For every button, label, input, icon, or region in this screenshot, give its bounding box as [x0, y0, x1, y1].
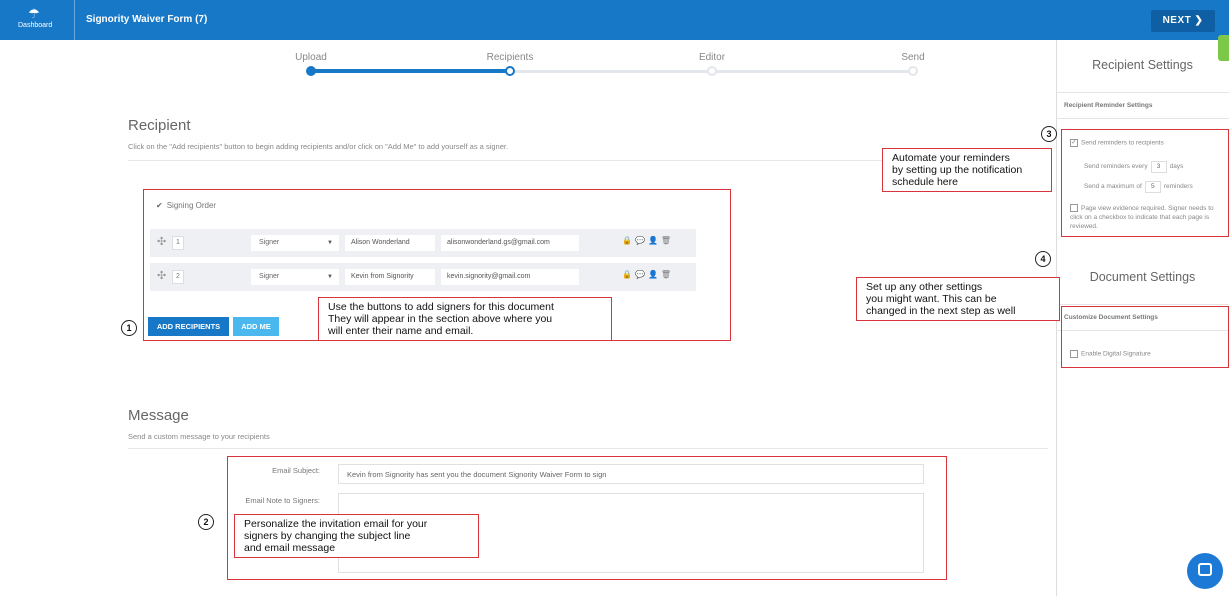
dashboard-link[interactable]: ☂ Dashboard — [18, 6, 53, 29]
callout-line: Use the buttons to add signers for this … — [328, 301, 554, 313]
callout-line: by setting up the notification — [892, 164, 1023, 176]
callout-reminders: Automate your reminders by setting up th… — [882, 148, 1052, 192]
step-upload-label[interactable]: Upload — [295, 52, 327, 63]
step-recipients-label[interactable]: Recipients — [487, 52, 534, 63]
annotation-reminder-box — [1061, 129, 1229, 237]
callout-line: Set up any other settings — [866, 281, 983, 293]
document-title: Signority Waiver Form (7) — [86, 14, 208, 25]
callout-line: schedule here — [892, 176, 958, 188]
callout-line: changed in the next step as well — [866, 305, 1016, 317]
badge-1: 1 — [121, 320, 137, 336]
callout-other-settings: Set up any other settings you might want… — [856, 277, 1060, 321]
message-description: Send a custom message to your recipients — [128, 432, 270, 441]
recipient-description: Click on the "Add recipients" button to … — [128, 142, 509, 151]
panel-divider — [1056, 118, 1229, 119]
message-divider — [128, 448, 1048, 449]
callout-line: will enter their name and email. — [328, 325, 474, 337]
annotation-document-box — [1061, 306, 1229, 368]
progress-fill — [311, 69, 510, 73]
callout-line: Automate your reminders — [892, 152, 1010, 164]
callout-line: Personalize the invitation email for you… — [244, 518, 428, 530]
message-heading: Message — [128, 407, 189, 424]
document-settings-title: Document Settings — [1089, 270, 1196, 284]
step-recipients-dot[interactable] — [505, 66, 515, 76]
dashboard-label: Dashboard — [18, 22, 53, 29]
badge-4: 4 — [1035, 251, 1051, 267]
callout-line: They will appear in the section above wh… — [328, 313, 553, 325]
step-send-label[interactable]: Send — [901, 52, 924, 63]
header-divider — [74, 0, 75, 40]
panel-divider — [1056, 304, 1229, 305]
reminder-settings-label: Recipient Reminder Settings — [1064, 102, 1153, 109]
badge-2: 2 — [198, 514, 214, 530]
step-upload-dot[interactable] — [306, 66, 316, 76]
top-bar: ☂ Dashboard Signority Waiver Form (7) NE… — [0, 0, 1229, 40]
step-editor-label[interactable]: Editor — [699, 52, 725, 63]
badge-3: 3 — [1041, 126, 1057, 142]
step-send-dot[interactable] — [908, 66, 918, 76]
recipient-settings-title: Recipient Settings — [1092, 58, 1193, 72]
step-editor-dot[interactable] — [707, 66, 717, 76]
signority-recipients-page: ☂ Dashboard Signority Waiver Form (7) NE… — [0, 0, 1229, 596]
panel-divider — [1056, 92, 1229, 93]
progress-stepper: Upload Recipients Editor Send — [0, 40, 1056, 90]
next-button[interactable]: NEXT ❯ — [1151, 10, 1215, 32]
callout-line: and email message — [244, 542, 336, 554]
callout-line: signers by changing the subject line — [244, 530, 411, 542]
chat-launcher-button[interactable] — [1187, 553, 1223, 589]
callout-add-signers: Use the buttons to add signers for this … — [318, 297, 612, 341]
chat-bubble-icon — [1198, 563, 1212, 576]
recipient-heading: Recipient — [128, 117, 191, 134]
callout-personalize-email: Personalize the invitation email for you… — [234, 514, 479, 558]
callout-line: you might want. This can be — [866, 293, 997, 305]
umbrella-icon: ☂ — [28, 6, 40, 21]
